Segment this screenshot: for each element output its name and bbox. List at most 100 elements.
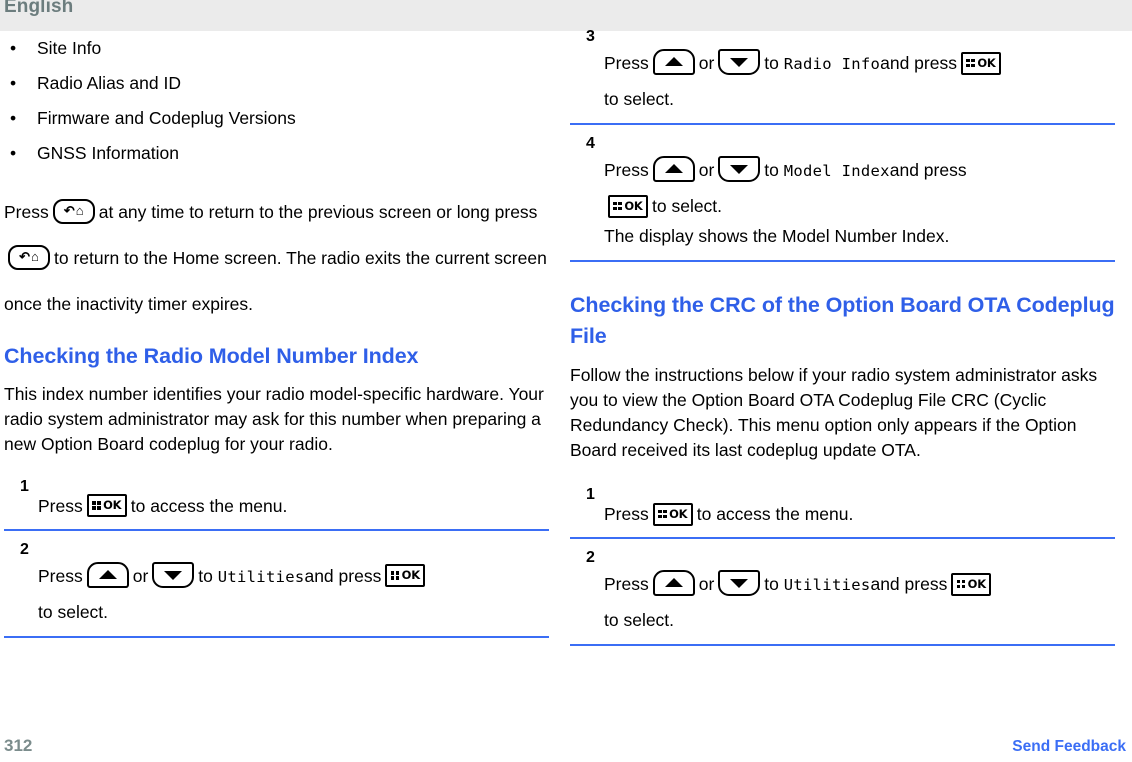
list-item: 4 Press or to Model Indexand press OK to se… (570, 135, 1115, 262)
step-number: 3 (586, 28, 595, 45)
bullet-marker-icon: • (10, 108, 17, 128)
ok-key-label: OK (401, 568, 421, 583)
step-text-or: or (698, 574, 715, 594)
list-item: • Site Info (4, 31, 549, 66)
menu-grid-glyph (658, 509, 667, 519)
model-index-step-list-continued: 3 Press or to Radio Infoand press OK to sel… (570, 28, 1115, 262)
step-number: 1 (20, 477, 29, 495)
step-text-before: Press (38, 565, 83, 586)
ok-key-label: OK (977, 55, 996, 70)
page-title: Checking the Radio Model Number Index (4, 344, 419, 368)
back-home-key-icon: ↶⌂ (52, 198, 95, 224)
list-item-label: GNSS Information (37, 143, 179, 163)
step-number: 4 (586, 135, 595, 152)
up-arrow-key-icon (652, 156, 695, 183)
ok-key-label: OK (624, 198, 643, 213)
list-item: • GNSS Information (4, 136, 549, 171)
step-text-or: or (132, 565, 149, 586)
step-text-before: Press (38, 495, 83, 516)
bullet-marker-icon: • (10, 38, 17, 58)
menu-item-name: Model Index (783, 162, 890, 180)
list-item: 2 Press or to Utilitiesand press OK to sele… (570, 549, 1115, 646)
down-triangle-glyph (730, 58, 749, 68)
down-triangle-glyph (164, 570, 183, 580)
menu-item-name: Utilities (217, 567, 305, 586)
ok-menu-key-icon: OK (960, 51, 1001, 75)
list-item-label: Firmware and Codeplug Versions (37, 108, 296, 128)
step-result-text: The display shows the Model Number Index… (604, 226, 950, 246)
step-text: Press OK to access the menu. (38, 481, 549, 520)
step-text: Press or to Radio Infoand press OK to selec… (604, 31, 1115, 114)
step-text-and-press: and press (880, 53, 957, 73)
step-text-before: Press (604, 574, 649, 594)
menu-grid-glyph (966, 58, 975, 68)
left-column: • Site Info • Radio Alias and ID • Firmw… (4, 31, 549, 651)
menu-item-name: Utilities (783, 576, 871, 594)
back-button-instruction-paragraph: Press ↶⌂ at any time to return to the prev… (4, 189, 549, 327)
down-arrow-key-icon (152, 561, 195, 588)
right-column: 3 Press or to Radio Infoand press OK to sel… (570, 28, 1115, 659)
model-index-description: This index number identifies your radio … (4, 383, 544, 454)
step-text-and-press: and press (889, 160, 967, 180)
step-text-or: or (698, 160, 715, 180)
page-header-band: English (0, 0, 1132, 31)
step-text-after: to access the menu. (130, 495, 288, 516)
step-text-after: to select. (652, 196, 723, 216)
step-text-after-wrapper: OK to select. (604, 191, 1115, 221)
ok-menu-key-icon: OK (385, 564, 426, 588)
step-text-to: to (198, 565, 213, 586)
menu-grid-glyph (390, 571, 400, 580)
header-language-label: English (4, 0, 74, 17)
step-number: 2 (20, 540, 29, 558)
list-item-label: Radio Alias and ID (37, 73, 181, 93)
menu-item-name: Radio Info (783, 55, 881, 73)
step-text-or: or (698, 53, 715, 73)
step-text-and-press: and press (870, 574, 948, 594)
back-home-key-icon: ↶⌂ (8, 244, 50, 270)
crc-step-list: 1 Press OK to access the menu. 2 Press or to… (570, 486, 1115, 646)
step-text-after: to select. (604, 89, 675, 109)
send-feedback-link[interactable]: Send Feedback (1012, 738, 1126, 756)
ok-menu-key-icon: OK (652, 502, 693, 526)
page-number: 312 (4, 736, 33, 755)
bullet-marker-icon: • (10, 73, 17, 93)
step-text-and-press: and press (304, 565, 382, 586)
menu-grid-glyph (92, 501, 101, 510)
menu-grid-glyph (613, 201, 622, 211)
list-item: 2 Press or to Utilitiesand press OK to sele… (4, 540, 549, 638)
step-text-before: Press (604, 160, 649, 180)
home-glyph: ⌂ (75, 202, 84, 218)
step-text: Press or to Model Indexand press OK to sele… (604, 138, 1115, 251)
ok-key-label: OK (103, 498, 122, 513)
down-triangle-glyph (730, 579, 749, 589)
ok-menu-key-icon: OK (951, 572, 992, 596)
step-text: Press or to Utilitiesand press OK to select… (38, 544, 549, 627)
up-triangle-glyph (664, 164, 683, 174)
return-arrow-glyph: ↶ (19, 248, 31, 264)
step-text-to: to (764, 160, 779, 180)
list-item: • Radio Alias and ID (4, 66, 549, 101)
menu-grid-glyph (956, 579, 966, 589)
list-item: 3 Press or to Radio Infoand press OK to sel… (570, 28, 1115, 125)
up-arrow-key-icon (652, 570, 695, 597)
down-arrow-key-icon (718, 156, 761, 183)
ok-key-label: OK (669, 506, 688, 521)
step-text-after: to select. (604, 610, 675, 630)
return-arrow-glyph: ↶ (63, 202, 75, 218)
instruction-text-part1: Press (4, 202, 49, 222)
crc-section-title: Checking the CRC of the Option Board OTA… (570, 293, 1115, 348)
step-text: Press OK to access the menu. (604, 489, 1115, 528)
down-arrow-key-icon (718, 49, 761, 76)
list-item: 1 Press OK to access the menu. (4, 477, 549, 531)
step-number: 1 (586, 486, 595, 503)
model-index-step-list: 1 Press OK to access the menu. 2 Press or to… (4, 477, 549, 638)
list-item-label: Site Info (37, 38, 102, 58)
step-text-after: to select. (38, 601, 109, 622)
list-item: 1 Press OK to access the menu. (570, 486, 1115, 539)
step-text: Press or to Utilitiesand press OK to select… (604, 552, 1115, 635)
step-text-to: to (764, 53, 779, 73)
up-triangle-glyph (664, 57, 683, 67)
step-text-before: Press (604, 504, 649, 524)
list-item: • Firmware and Codeplug Versions (4, 101, 549, 136)
ok-key-label: OK (967, 576, 987, 591)
